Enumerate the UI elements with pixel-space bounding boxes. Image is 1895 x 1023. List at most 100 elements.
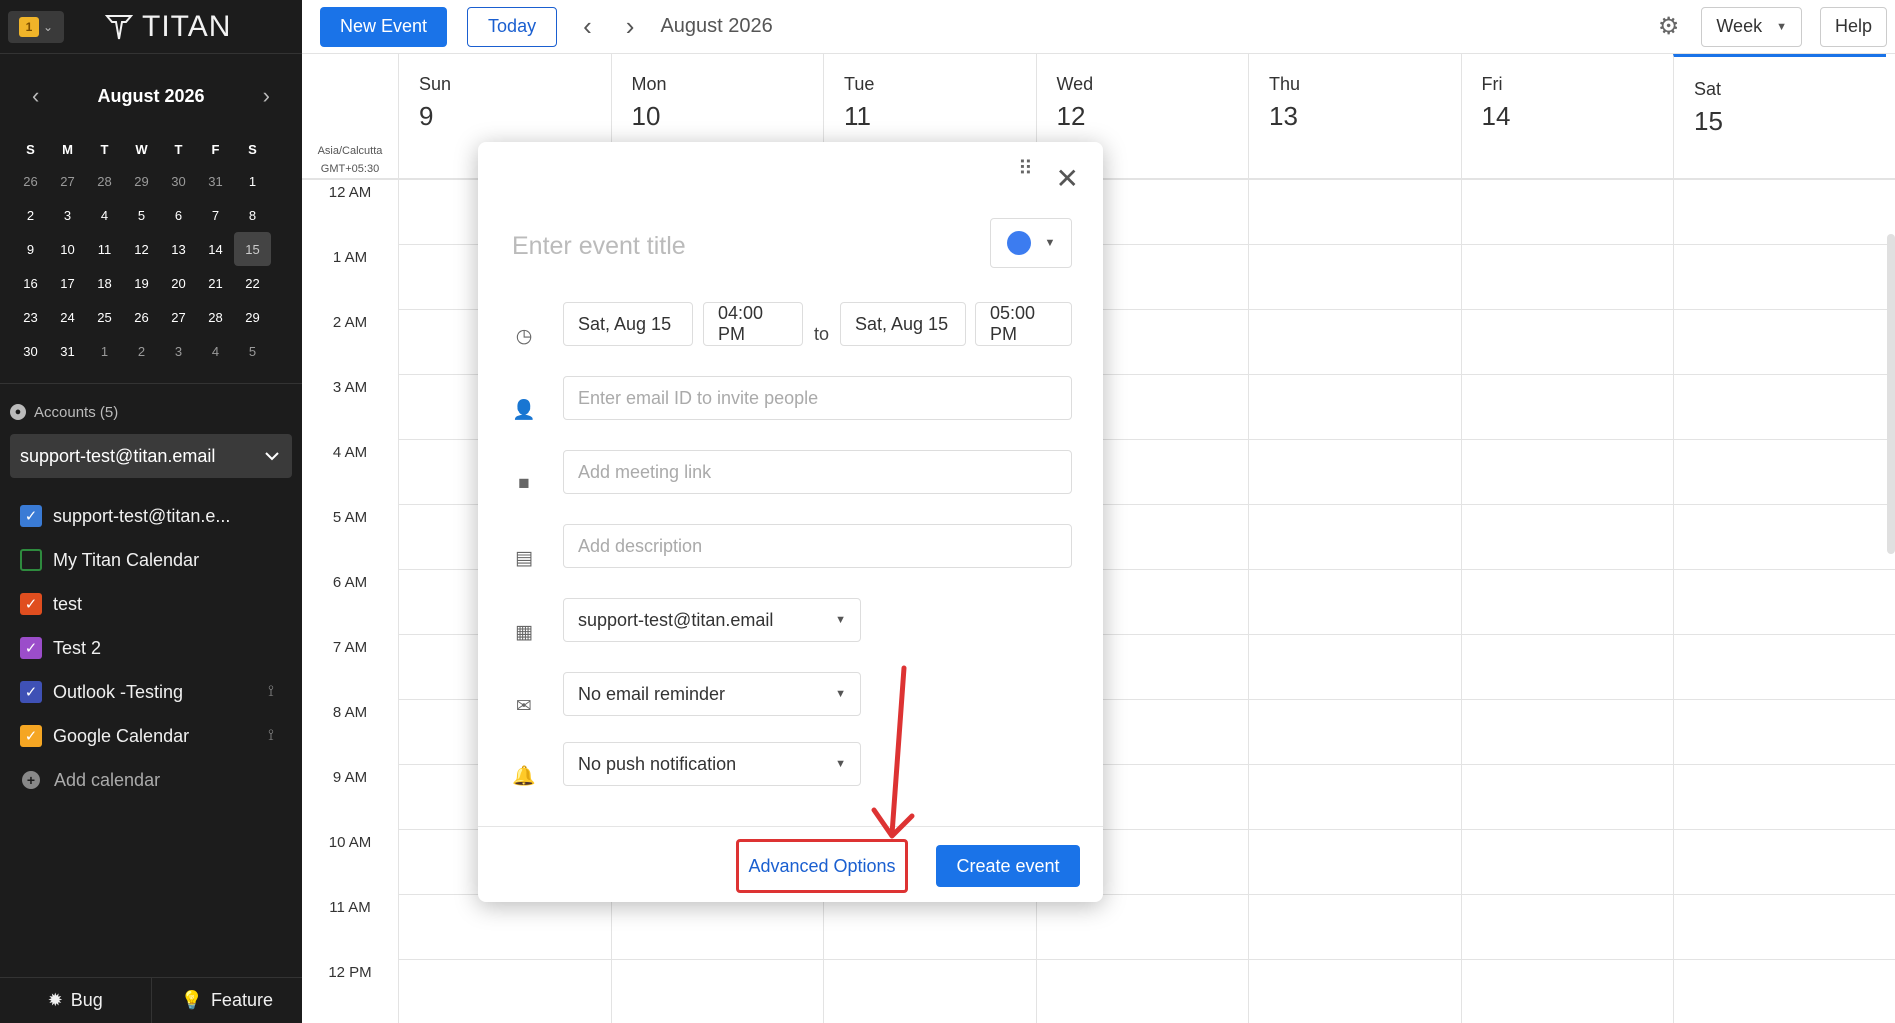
checkbox-checked[interactable]: ✓ [20,725,42,747]
mini-calendar-day[interactable]: 11 [86,232,123,266]
close-icon[interactable]: ✕ [1056,162,1079,195]
calendar-list-item[interactable]: ✓ Outlook -Testing ⟟ [10,670,292,714]
day-header[interactable]: Fri 14 [1460,54,1674,180]
mini-calendar-day[interactable]: 16 [12,266,49,300]
advanced-options-button[interactable]: Advanced Options [736,839,908,893]
checkbox-checked[interactable]: ✓ [20,681,42,703]
mini-calendar-day[interactable]: 27 [49,164,86,198]
calendar-list-item[interactable]: ✓ Test 2 [10,626,292,670]
mini-calendar-day[interactable]: 26 [12,164,49,198]
mini-calendar-day[interactable]: 13 [160,232,197,266]
mini-calendar-day[interactable]: 1 [86,334,123,368]
mini-calendar-day[interactable]: 9 [12,232,49,266]
meeting-link-input[interactable]: Add meeting link [563,450,1072,494]
add-calendar-button[interactable]: + Add calendar [10,758,292,802]
mini-calendar-day[interactable]: 1 [234,164,271,198]
mini-calendar-day[interactable]: 29 [234,300,271,334]
drag-handle-icon[interactable]: ⠿ [1018,159,1033,179]
mini-calendar-day[interactable]: 25 [86,300,123,334]
mini-calendar-day[interactable]: 10 [49,232,86,266]
new-event-button[interactable]: New Event [320,6,448,47]
end-date-field[interactable]: Sat, Aug 15 [840,302,966,346]
account-select[interactable]: support-test@titan.email [10,434,292,478]
calendar-list-item[interactable]: ✓ Google Calendar ⟟ [10,714,292,758]
description-input[interactable]: Add description [563,524,1072,568]
mini-calendar-day[interactable]: 8 [234,198,271,232]
mini-calendar-day[interactable]: 31 [49,334,86,368]
mini-calendar-dow: T [100,141,109,157]
email-reminder-select[interactable]: No email reminder ▼ [563,672,861,716]
mini-calendar-dow: S [248,141,257,157]
mini-calendar-day[interactable]: 26 [123,300,160,334]
vertical-scrollbar[interactable] [1887,234,1895,554]
checkbox-unchecked[interactable] [20,549,42,571]
mini-calendar-day[interactable]: 22 [234,266,271,300]
mini-calendar-day[interactable]: 19 [123,266,160,300]
mini-calendar-day[interactable]: 24 [49,300,86,334]
mini-calendar-dow: S [26,141,35,157]
calendar-list-item[interactable]: ✓ test [10,582,292,626]
mini-calendar-day[interactable]: 7 [197,198,234,232]
prev-month-icon[interactable]: ‹ [32,83,39,109]
mini-calendar-day[interactable]: 5 [123,198,160,232]
mini-calendar-day[interactable]: 30 [12,334,49,368]
mini-calendar-day[interactable]: 23 [12,300,49,334]
mini-calendar-day[interactable]: 21 [197,266,234,300]
hour-label: 6 AM [332,574,368,591]
day-header[interactable]: Thu 13 [1248,54,1461,180]
mini-calendar-day[interactable]: 4 [197,334,234,368]
mini-calendar-day[interactable]: 14 [197,232,234,266]
gear-icon[interactable]: ⚙ [1658,12,1680,41]
push-notification-select[interactable]: No push notification ▼ [563,742,861,786]
event-title-input[interactable] [512,226,952,266]
app-switcher[interactable]: 1 ⌄ [8,10,64,43]
mini-calendar-day[interactable]: 29 [123,164,160,198]
user-circle-icon: ● [10,404,26,420]
hour-row[interactable] [398,960,1895,1023]
mini-calendar-day[interactable]: 2 [12,198,49,232]
mini-calendar-day[interactable]: 30 [160,164,197,198]
view-select[interactable]: Week ▼ [1701,6,1802,47]
calendar-list-item[interactable]: My Titan Calendar [10,538,292,582]
hour-label: 12 PM [328,964,372,981]
hour-row[interactable] [398,895,1895,960]
mini-calendar-day[interactable]: 6 [160,198,197,232]
mini-calendar-day[interactable]: 2 [123,334,160,368]
start-date-field[interactable]: Sat, Aug 15 [563,302,693,346]
mini-calendar-day[interactable]: 27 [160,300,197,334]
mini-calendar-day[interactable]: 20 [160,266,197,300]
today-button[interactable]: Today [467,6,558,47]
mini-calendar-day[interactable]: 31 [197,164,234,198]
mini-calendar-day[interactable]: 28 [197,300,234,334]
checkbox-checked[interactable]: ✓ [20,637,42,659]
invite-email-input[interactable]: Enter email ID to invite people [563,376,1072,420]
event-color-picker[interactable]: ▼ [990,218,1072,268]
calendar-list-item[interactable]: ✓ support-test@titan.e... [10,494,292,538]
mini-calendar-day[interactable]: 12 [123,232,160,266]
mini-calendar-day[interactable]: 17 [49,266,86,300]
mini-calendar-day[interactable]: 28 [86,164,123,198]
calendar-select[interactable]: support-test@titan.email ▼ [563,598,861,642]
email-reminder-icon: ✉ [516,695,532,717]
bug-report-button[interactable]: ✹ Bug [0,978,151,1023]
mini-calendar-day[interactable]: 3 [49,198,86,232]
create-event-button[interactable]: Create event [936,845,1080,887]
checkbox-checked[interactable]: ✓ [20,593,42,615]
mini-calendar-day[interactable]: 4 [86,198,123,232]
feature-request-button[interactable]: 💡 Feature [150,978,303,1023]
mini-calendar-day[interactable]: 18 [86,266,123,300]
next-week-icon[interactable]: › [626,11,635,42]
help-button[interactable]: Help [1819,6,1887,47]
mini-calendar-day[interactable]: 5 [234,334,271,368]
next-month-icon[interactable]: › [263,83,270,109]
start-time-field[interactable]: 04:00 PM [703,302,803,346]
mini-calendar-day[interactable]: 3 [160,334,197,368]
end-time-field[interactable]: 05:00 PM [975,302,1072,346]
email-reminder-value: No email reminder [578,683,726,704]
account-select-value: support-test@titan.email [20,445,216,466]
mini-calendar-day-selected[interactable]: 15 [234,232,271,266]
day-header[interactable]: Sat 15 [1673,54,1886,180]
prev-week-icon[interactable]: ‹ [583,11,592,42]
checkbox-checked[interactable]: ✓ [20,505,42,527]
add-person-icon: 👤 [512,400,536,421]
